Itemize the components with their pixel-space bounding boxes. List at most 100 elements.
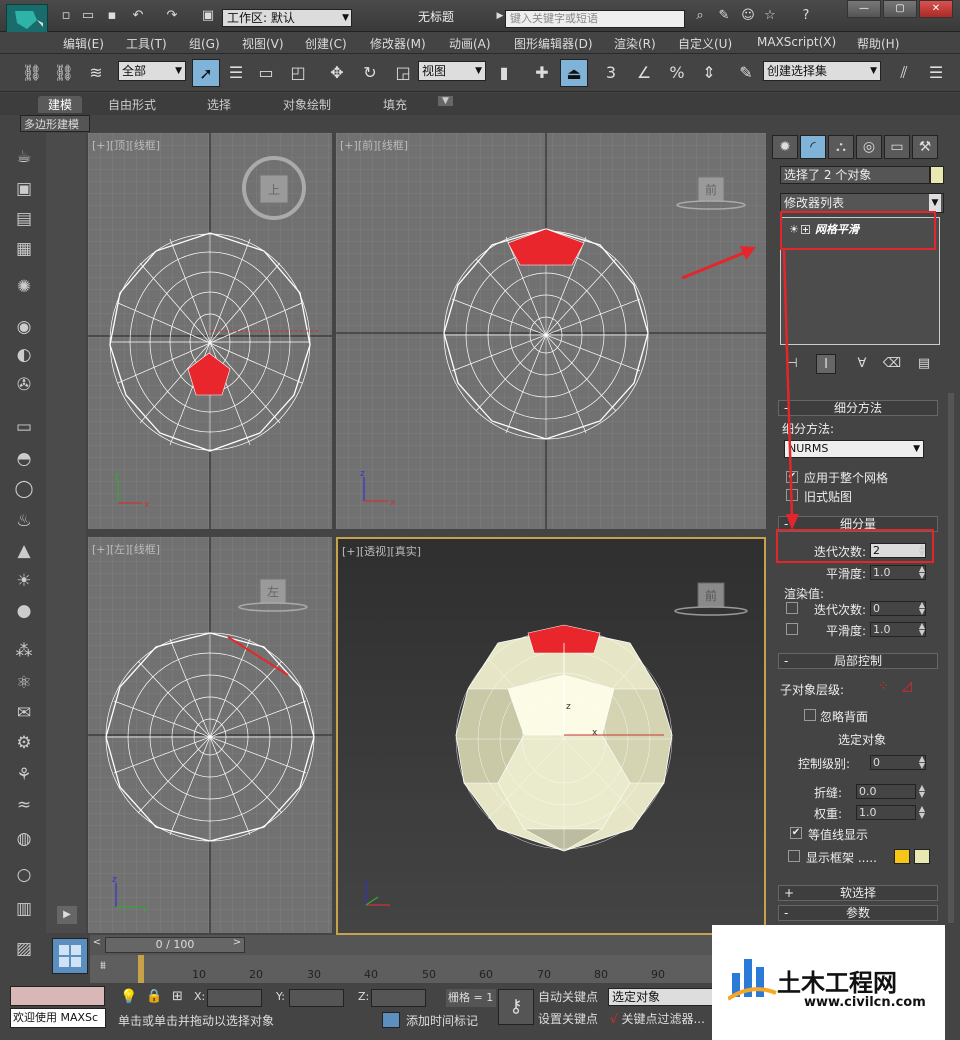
sun-camera-icon[interactable]: ◐ [12,343,36,367]
torus-icon[interactable]: ◯ [12,477,36,501]
command-panel-scrollbar[interactable] [948,393,954,923]
object-color-swatch[interactable] [930,166,944,184]
pin-stack-icon[interactable]: ⊣ [782,354,802,374]
new-file-icon[interactable]: ▫ [58,8,74,24]
help-icon[interactable]: ? [798,8,814,24]
teapot-icon[interactable]: ☕ [12,145,36,169]
sphere-white-icon[interactable]: ○ [12,863,36,887]
rollout-subdivision-method[interactable]: - 细分方法 [778,400,938,416]
video-camera-icon[interactable]: ✇ [12,373,36,397]
selected-objects-field[interactable]: 选择了 2 个对象 [780,166,930,184]
configure-modifier-sets-icon[interactable]: ▤ [914,354,934,374]
subdivision-method-select[interactable]: NURMS ▼ [784,440,924,458]
menu-edit[interactable]: 编辑(E) [63,35,104,52]
percent-snap-icon[interactable]: % [663,59,691,87]
menu-animation[interactable]: 动画(A) [449,35,491,52]
cage-color-swatch-1[interactable] [894,849,910,864]
snaps-toggle-icon[interactable]: 3 [597,59,625,87]
viewport-label[interactable]: [+][顶][线框] [92,137,160,153]
cone-icon[interactable]: ▲ [12,539,36,563]
time-slider[interactable]: 0 / 100 [105,937,245,953]
motion-tab-icon[interactable]: ◎ [856,135,882,159]
select-manipulate-icon[interactable]: ✚ [528,59,556,87]
minimize-button[interactable]: — [847,0,881,18]
texture-ball-icon[interactable]: ◍ [12,827,36,851]
absolute-mode-icon[interactable]: ⊞ [172,989,183,1004]
viewport-view-label[interactable]: [透视] [360,545,391,558]
play-icon[interactable]: ▶ [57,906,77,924]
selection-filter-select[interactable]: 全部 ▼ [118,61,186,81]
menu-rendering[interactable]: 渲染(R) [614,35,656,52]
move-icon[interactable]: ✥ [323,59,351,87]
viewport-view-label[interactable]: [左] [110,543,130,556]
ribbon-tab-object-paint[interactable]: 对象绘制 [283,96,331,113]
viewcube-ring[interactable] [674,606,748,616]
search-input[interactable]: 键入关键字或短语 [505,10,685,28]
gear-icon[interactable]: ⚙ [12,731,36,755]
viewport-menu-plus[interactable]: [+] [342,545,360,558]
light-bulb-icon[interactable]: ✺ [12,275,36,299]
keyboard-shortcut-override-icon[interactable]: ⏏ [560,59,588,87]
hemisphere-icon[interactable]: ◓ [12,447,36,471]
align-icon[interactable]: ☰ [922,59,950,87]
apply-whole-mesh-checkbox[interactable]: ✔ [786,471,798,483]
crease-field[interactable]: 0.0 [856,784,916,799]
auto-key-button[interactable]: 自动关键点 [538,988,604,1006]
maximize-button[interactable]: ▢ [883,0,917,18]
modifier-list-select[interactable]: 修改器列表 ▼ [780,193,944,213]
menu-tools[interactable]: 工具(T) [126,35,167,52]
prev-frame-icon[interactable]: < [90,937,104,953]
unlink-icon[interactable]: ⛓ [50,59,78,87]
crease-spinner[interactable]: ▲ ▼ [916,784,928,799]
viewport-view-label[interactable]: [前] [358,139,378,152]
polygon-modeling-tab[interactable]: 多边形建模 [20,115,90,132]
ruler-grid-icon[interactable]: ▥ [12,897,36,921]
viewport-left[interactable]: 左 z y [+][左][线框] [88,537,332,933]
set-key-button[interactable]: 设置关键点 [538,1010,604,1028]
key-icon[interactable]: ⚷ [498,989,534,1025]
x-coord-field[interactable] [207,989,262,1007]
render-iterations-spinner[interactable]: ▲ ▼ [916,601,928,616]
vertex-subobject-icon[interactable]: ⁘ [878,679,889,694]
render-iterations-checkbox[interactable] [786,602,798,614]
viewport-menu-plus[interactable]: [+] [92,543,110,556]
star-icon[interactable]: ☆ [762,8,778,24]
menu-customize[interactable]: 自定义(U) [678,35,732,52]
show-cage-checkbox[interactable] [788,850,800,862]
molecule-icon[interactable]: ⚛ [12,671,36,695]
cage-color-swatch-2[interactable] [914,849,930,864]
modify-tab-icon[interactable]: ◜ [800,135,826,159]
project-folder-icon[interactable]: ▣ [200,8,216,24]
named-selection-select[interactable]: 创建选择集 ▼ [763,61,881,81]
angle-snap-icon[interactable]: ∠ [630,59,658,87]
edge-subobject-icon[interactable]: ◿ [902,679,912,694]
weight-spinner[interactable]: ▲ ▼ [916,805,928,820]
menu-maxscript[interactable]: MAXScript(X) [757,35,836,49]
window-crossing-icon[interactable]: ◰ [284,59,312,87]
material-editor-icon[interactable]: ▤ [12,207,36,231]
redo-icon[interactable]: ↷ [164,8,180,24]
sunlight-icon[interactable]: ☀ [12,569,36,593]
rollout-local-control[interactable]: - 局部控制 [778,653,938,669]
viewport-view-label[interactable]: [顶] [110,139,130,152]
lock-icon[interactable]: 🔒 [146,989,162,1004]
viewport-menu-plus[interactable]: [+] [340,139,358,152]
select-by-name-icon[interactable]: ☰ [222,59,250,87]
wrench-icon[interactable]: ✎ [716,8,732,24]
y-coord-field[interactable] [289,989,344,1007]
render-smoothness-spinner[interactable]: ▲ ▼ [916,622,928,637]
ribbon-tab-populate[interactable]: 填充 [383,96,407,113]
undo-icon[interactable]: ↶ [130,8,146,24]
next-frame-icon[interactable]: > [230,937,244,953]
app-logo-icon[interactable] [6,4,48,34]
envelope-icon[interactable]: ✉ [12,701,36,725]
viewport-label[interactable]: [+][左][线框] [92,541,160,557]
add-time-tag-button[interactable]: 添加时间标记 [406,1012,478,1029]
key-selection-select[interactable]: 选定对象 [608,988,718,1006]
scale-icon[interactable]: ◲ [389,59,417,87]
viewport-perspective[interactable]: z x 前 [+][透视][真实] [336,537,766,935]
rollout-parameters[interactable]: - 参数 [778,905,938,921]
viewport-menu-plus[interactable]: [+] [92,139,110,152]
save-icon[interactable]: ▪ [104,8,120,24]
utilities-tab-icon[interactable]: ⚒ [912,135,938,159]
